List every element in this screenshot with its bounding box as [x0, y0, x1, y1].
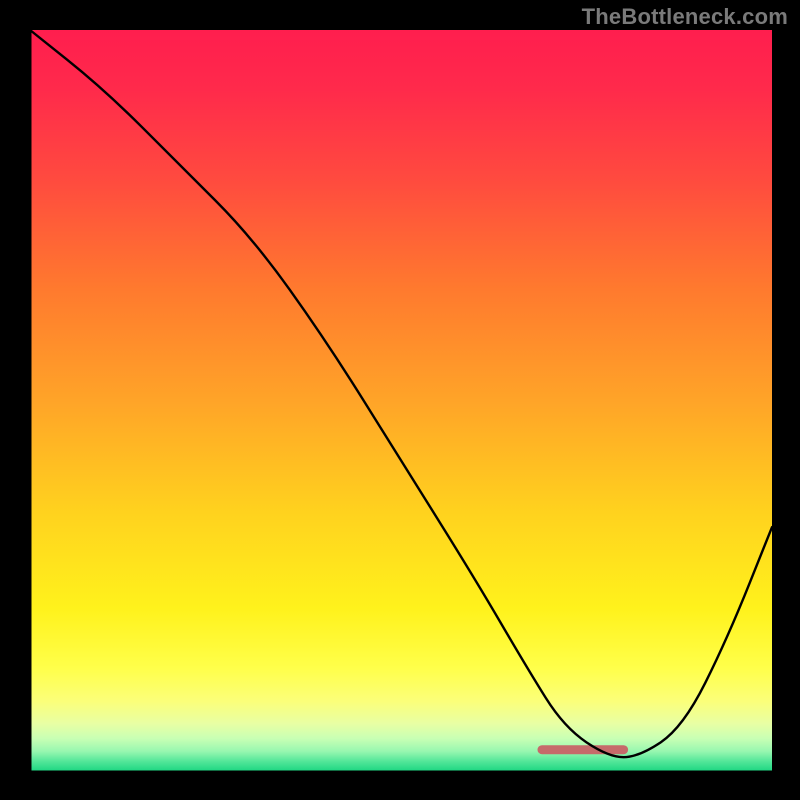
plot-background	[30, 30, 772, 772]
chart-container: TheBottleneck.com	[0, 0, 800, 800]
chart-svg	[0, 0, 800, 800]
